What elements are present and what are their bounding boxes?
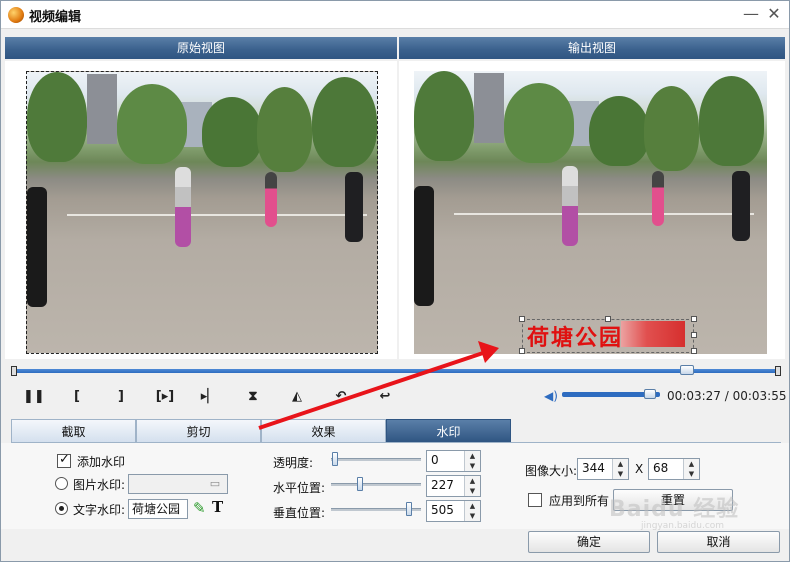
image-watermark-radio[interactable] bbox=[55, 477, 68, 490]
volume-thumb[interactable] bbox=[644, 389, 657, 399]
text-watermark-input[interactable]: 荷塘公园 bbox=[128, 499, 188, 519]
timeline-end-cap bbox=[775, 366, 781, 376]
spin-arrows-icon[interactable]: ▲ ▼ bbox=[464, 476, 480, 496]
undo-icon[interactable]: ↩ bbox=[375, 387, 395, 407]
resize-handle-tl[interactable] bbox=[519, 316, 525, 322]
output-video-frame[interactable] bbox=[414, 71, 767, 354]
image-watermark-label: 图片水印: bbox=[73, 478, 126, 492]
flip-horizontal-icon[interactable]: ◭ bbox=[287, 387, 307, 407]
resize-handle-bl[interactable] bbox=[519, 348, 525, 354]
opacity-spinbox[interactable]: 0 ▲ ▼ bbox=[426, 450, 481, 472]
close-button[interactable]: ✕ bbox=[764, 4, 784, 24]
time-readout: 00:03:27 / 00:03:55 bbox=[667, 389, 787, 403]
cancel-button[interactable]: 取消 bbox=[657, 531, 780, 553]
width-value: 344 bbox=[582, 461, 605, 475]
ok-button[interactable]: 确定 bbox=[528, 531, 650, 553]
text-watermark-label: 文字水印: bbox=[73, 503, 126, 517]
vertical-position-spinbox[interactable]: 505 ▲ ▼ bbox=[426, 500, 481, 522]
opacity-slider[interactable] bbox=[331, 458, 421, 461]
timeline-start-cap bbox=[11, 366, 17, 376]
baidu-watermark-url: jingyan.baidu.com bbox=[641, 521, 725, 531]
vertical-position-label: 垂直位置: bbox=[273, 506, 326, 520]
horizontal-position-slider[interactable] bbox=[331, 483, 421, 486]
pencil-color-icon[interactable]: ✎ bbox=[193, 499, 206, 517]
mark-in-icon[interactable]: [ bbox=[67, 387, 87, 407]
video-edit-dialog: 视频编辑 — ✕ 原始视图 输出视图 荷塘公园 ❚❚ [] [▸] ▸▏ ⧗ … bbox=[0, 0, 790, 562]
window-title: 视频编辑 bbox=[29, 10, 82, 25]
mark-out-icon[interactable]: ] bbox=[111, 387, 131, 407]
size-separator: X bbox=[635, 462, 644, 476]
volume-icon[interactable]: ◀) bbox=[544, 389, 558, 403]
image-size-label: 图像大小: bbox=[525, 464, 578, 478]
apply-to-all-label: 应用到所有 bbox=[549, 494, 610, 508]
resize-handle-tm[interactable] bbox=[605, 316, 611, 322]
timeline-slider[interactable] bbox=[11, 365, 781, 376]
folder-icon[interactable]: ▭ bbox=[206, 477, 224, 491]
width-spinbox[interactable]: 344 ▲ ▼ bbox=[577, 458, 629, 480]
original-view-header: 原始视图 bbox=[5, 37, 397, 59]
spin-arrows-icon[interactable]: ▲ ▼ bbox=[683, 459, 699, 479]
horizontal-position-spinbox[interactable]: 227 ▲ ▼ bbox=[426, 475, 481, 497]
tab-effects[interactable]: 效果 bbox=[261, 419, 386, 443]
height-value: 68 bbox=[653, 461, 669, 475]
opacity-thumb[interactable] bbox=[332, 452, 338, 466]
pause-icon[interactable]: ❚❚ bbox=[23, 387, 45, 407]
add-watermark-checkbox[interactable] bbox=[57, 452, 71, 468]
horizontal-position-value: 227 bbox=[431, 478, 454, 492]
height-spinbox[interactable]: 68 ▲ ▼ bbox=[648, 458, 700, 480]
minimize-button[interactable]: — bbox=[741, 4, 761, 24]
tab-cut[interactable]: 剪切 bbox=[136, 419, 261, 443]
apply-to-all-checkbox[interactable] bbox=[528, 493, 542, 507]
flip-vertical-icon[interactable]: ⧗ bbox=[243, 387, 263, 407]
spin-arrows-icon[interactable]: ▲ ▼ bbox=[464, 451, 480, 471]
horizontal-position-label: 水平位置: bbox=[273, 481, 326, 495]
tab-clip[interactable]: 截取 bbox=[11, 419, 136, 443]
title-bar[interactable]: 视频编辑 — ✕ bbox=[1, 1, 789, 29]
timeline-track bbox=[13, 369, 779, 373]
baidu-watermark: Baidu 经验 bbox=[609, 497, 740, 522]
tab-watermark[interactable]: 水印 bbox=[386, 419, 511, 443]
add-watermark-label: 添加水印 bbox=[77, 455, 126, 469]
vertical-position-value: 505 bbox=[431, 503, 454, 517]
play-segment-icon[interactable]: [▸] bbox=[155, 387, 175, 407]
output-view-header: 输出视图 bbox=[399, 37, 785, 59]
spin-arrows-icon[interactable]: ▲ ▼ bbox=[612, 459, 628, 479]
original-video-frame[interactable] bbox=[26, 71, 378, 354]
rotate-icon[interactable]: ↶ bbox=[331, 387, 351, 407]
next-frame-icon[interactable]: ▸▏ bbox=[199, 387, 219, 407]
timeline-thumb[interactable] bbox=[680, 365, 695, 375]
opacity-value: 0 bbox=[431, 453, 439, 467]
resize-handle-mr[interactable] bbox=[691, 332, 697, 338]
watermark-blurred-region bbox=[621, 321, 685, 347]
watermark-preview-text: 荷塘公园 bbox=[527, 326, 624, 351]
spin-arrows-icon[interactable]: ▲ ▼ bbox=[464, 501, 480, 521]
resize-handle-tr[interactable] bbox=[691, 316, 697, 322]
app-icon bbox=[8, 7, 24, 23]
edit-tabs: 截取 剪切 效果 水印 bbox=[11, 419, 511, 443]
opacity-label: 透明度: bbox=[273, 456, 314, 470]
vertical-position-thumb[interactable] bbox=[406, 502, 412, 516]
font-icon[interactable]: T bbox=[212, 498, 223, 516]
text-watermark-radio[interactable] bbox=[55, 502, 68, 515]
horizontal-position-thumb[interactable] bbox=[357, 477, 363, 491]
resize-handle-br[interactable] bbox=[691, 348, 697, 354]
